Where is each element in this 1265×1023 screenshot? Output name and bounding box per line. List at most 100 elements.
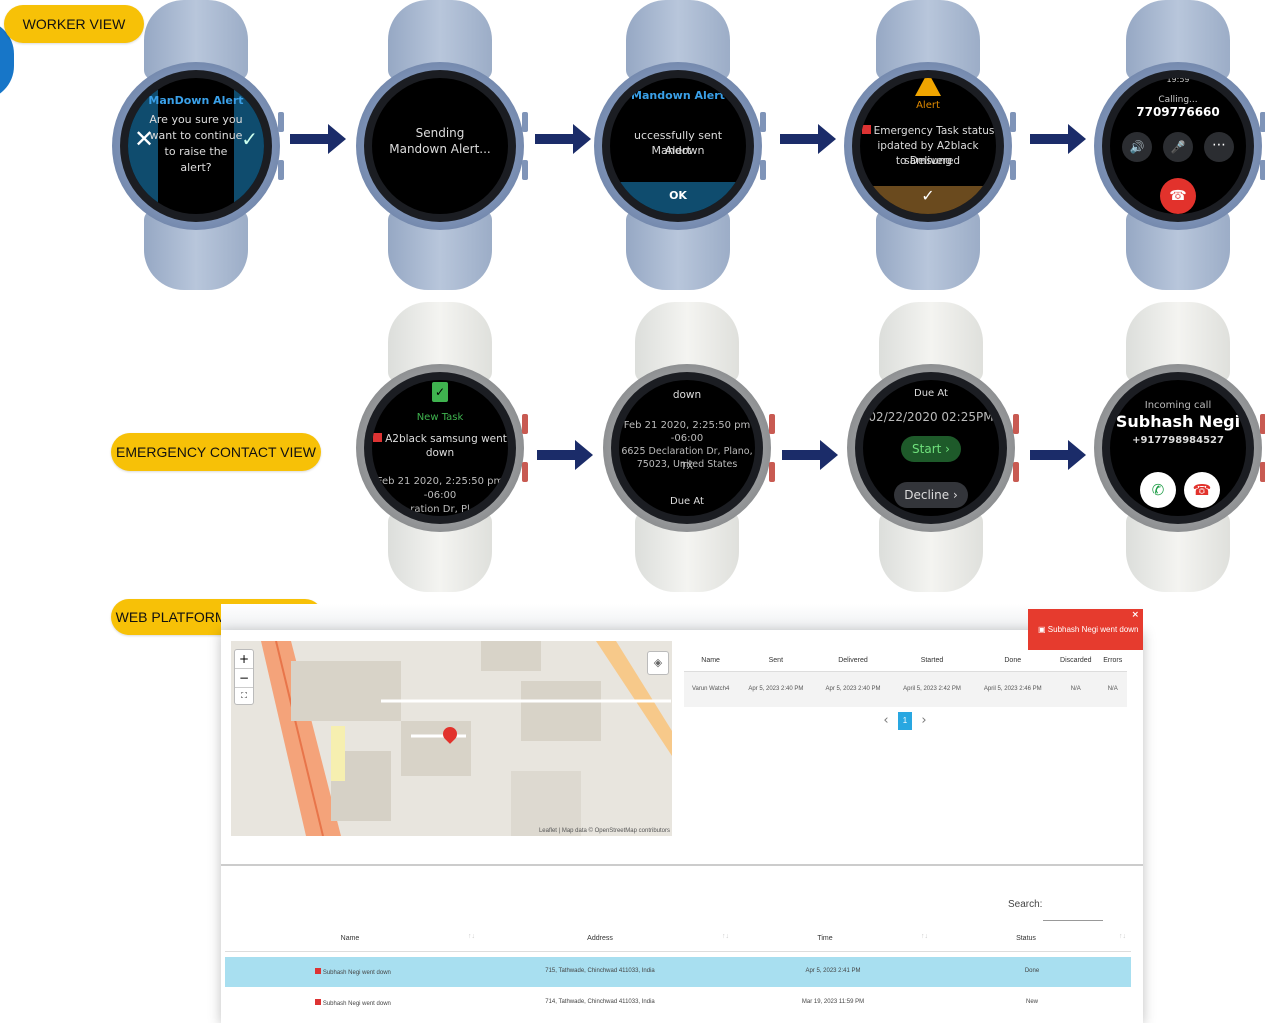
speaker-icon[interactable]: 🔊 bbox=[1122, 132, 1152, 162]
arrow-right-icon bbox=[782, 440, 838, 470]
task-time: Feb 21 2020, 2:25:50 pm bbox=[376, 476, 504, 487]
decline-call-button[interactable]: ☎ bbox=[1184, 472, 1220, 508]
arrow-right-icon bbox=[537, 440, 593, 470]
contact-watch-new-task: ✓ New Task A2black samsung went down Feb… bbox=[350, 302, 530, 592]
table-cell: Subhash Negi went down bbox=[225, 999, 481, 1007]
table-cell: April 5, 2023 2:42 PM bbox=[903, 686, 961, 693]
worker-watch-confirm: ✕ ✓ ManDown Alert Are you sure you want … bbox=[106, 0, 286, 290]
close-icon[interactable]: × bbox=[1131, 610, 1139, 620]
task-text: A2black samsung went bbox=[372, 432, 508, 447]
column-header[interactable]: Errors bbox=[1098, 650, 1127, 671]
arrow-right-icon bbox=[290, 124, 346, 154]
ok-button[interactable]: OK bbox=[610, 182, 746, 214]
task-time: -06:00 bbox=[423, 490, 457, 501]
status-text: to Delivered bbox=[895, 155, 961, 167]
table-cell: Apr 5, 2023 2:40 PM bbox=[748, 686, 804, 693]
due-datetime: 02/22/2020 02:25PM bbox=[868, 410, 994, 424]
column-header[interactable]: Address bbox=[475, 935, 725, 942]
more-icon[interactable]: ⋯ bbox=[1204, 132, 1234, 162]
panel-top-edge bbox=[221, 604, 1143, 630]
calling-number: 7709776660 bbox=[1136, 105, 1220, 119]
table-row[interactable]: Varun Watch4 Apr 5, 2023 2:40 PM Apr 5, … bbox=[684, 671, 1127, 707]
divider bbox=[221, 864, 1143, 866]
sending-text: Sending bbox=[415, 126, 465, 140]
zoom-control: + − ⛶ bbox=[234, 649, 254, 705]
incoming-call-label: Incoming call bbox=[1144, 400, 1212, 411]
table-cell: Varun Watch4 bbox=[691, 686, 730, 693]
check-icon: ✓ bbox=[921, 186, 935, 205]
worker-watch-sending: Sending Mandown Alert... bbox=[350, 0, 530, 290]
clock-time: 19:59 bbox=[1166, 78, 1190, 84]
table-row[interactable]: Subhash Negi went down 715, Tathwade, Ch… bbox=[225, 957, 1131, 987]
clipboard-check-icon: ✓ bbox=[432, 382, 448, 402]
arrow-right-icon bbox=[535, 124, 591, 154]
table-cell: N/A bbox=[1107, 686, 1118, 693]
start-button[interactable]: Start › bbox=[901, 436, 961, 462]
column-header[interactable]: Discarded bbox=[1053, 650, 1098, 671]
alert-text: want to continue bbox=[149, 129, 243, 142]
table-cell: 715, Tathwade, Chinchwad 411033, India bbox=[545, 968, 655, 974]
mute-icon[interactable]: 🎤 bbox=[1163, 132, 1193, 162]
map-attribution: Leaflet | Map data © OpenStreetMap contr… bbox=[538, 828, 670, 834]
table-cell: New bbox=[1025, 999, 1038, 1005]
zoom-in-button[interactable]: + bbox=[235, 650, 253, 669]
table-cell: Subhash Negi went down bbox=[225, 968, 481, 976]
sent-text: Alert bbox=[664, 144, 692, 157]
table-cell: April 5, 2023 2:46 PM bbox=[983, 686, 1042, 693]
sort-icon[interactable]: ↑↓ bbox=[468, 933, 475, 940]
alert-text: to raise the bbox=[164, 145, 228, 158]
layers-icon[interactable]: ◈ bbox=[647, 651, 669, 675]
task-address: 75023, United States bbox=[636, 459, 738, 470]
notification-text: ▣ Subhash Negi went down bbox=[1038, 625, 1139, 634]
task-table: Name Sent Delivered Started Done Discard… bbox=[684, 650, 1127, 707]
due-at-label: Due At bbox=[914, 388, 948, 399]
new-task-label: New Task bbox=[416, 412, 464, 423]
contact-watch-details: down Feb 21 2020, 2:25:50 pm -06:00 6625… bbox=[597, 302, 777, 592]
accept-call-button[interactable]: ✆ bbox=[1140, 472, 1176, 508]
arrow-right-icon bbox=[780, 124, 836, 154]
alert-text: alert? bbox=[180, 161, 212, 174]
worker-watch-status: Alert Emergency Task status ipdated by A… bbox=[838, 0, 1018, 290]
notification-toast[interactable]: × ▣ Subhash Negi went down bbox=[1028, 609, 1143, 650]
worker-watch-sent: Mandown Alert uccessfully sent Mandown A… bbox=[588, 0, 768, 290]
table-row[interactable]: Subhash Negi went down 714, Tathwade, Ch… bbox=[225, 988, 1131, 1018]
emergency-contact-view-label: EMERGENCY CONTACT VIEW bbox=[111, 433, 321, 471]
search-label: Search: bbox=[1008, 899, 1043, 910]
column-header[interactable]: Done bbox=[972, 650, 1053, 671]
confirm-button[interactable]: ✓ bbox=[860, 186, 996, 214]
task-text: down bbox=[672, 389, 702, 401]
caller-number: +917798984527 bbox=[1132, 435, 1224, 446]
warning-icon bbox=[915, 78, 941, 96]
alert-title: Mandown Alert bbox=[631, 89, 725, 102]
column-header[interactable]: Status bbox=[925, 935, 1127, 942]
end-call-button[interactable]: ☎ bbox=[1160, 178, 1196, 214]
task-address: ration Dr, Pl bbox=[410, 504, 470, 515]
column-header[interactable]: Sent bbox=[737, 650, 814, 671]
pagination-prev[interactable]: ‹ bbox=[880, 713, 892, 728]
column-header[interactable]: Started bbox=[892, 650, 973, 671]
decline-button[interactable]: Decline › bbox=[894, 482, 968, 508]
column-header[interactable]: Name bbox=[225, 935, 475, 942]
pagination-next[interactable]: › bbox=[918, 713, 930, 728]
pagination-page[interactable]: 1 bbox=[898, 712, 912, 730]
alert-title: ManDown Alert bbox=[148, 94, 244, 107]
due-at-label: Due At bbox=[670, 496, 704, 507]
worker-watch-calling: 19:59 Calling... 7709776660 🔊 🎤 ⋯ ☎ bbox=[1088, 0, 1265, 290]
column-header[interactable]: Time bbox=[725, 935, 925, 942]
contact-watch-incoming: Incoming call Subhash Negi +917798984527… bbox=[1088, 302, 1265, 592]
zoom-out-button[interactable]: − bbox=[235, 669, 253, 688]
table-cell: N/A bbox=[1070, 686, 1081, 693]
contact-watch-actions: Due At 02/22/2020 02:25PM Start › Declin… bbox=[841, 302, 1021, 592]
table-cell: Done bbox=[1024, 968, 1040, 974]
alert-text: Are you sure you bbox=[149, 113, 243, 126]
arrow-right-icon bbox=[1030, 124, 1086, 154]
fullscreen-icon[interactable]: ⛶ bbox=[235, 688, 253, 704]
sort-icon[interactable]: ↑↓ bbox=[1119, 933, 1126, 940]
column-header[interactable]: Delivered bbox=[814, 650, 891, 671]
alert-label: Alert bbox=[916, 100, 940, 111]
column-header[interactable]: Name bbox=[684, 650, 737, 671]
search-input[interactable] bbox=[1043, 901, 1103, 921]
arrow-right-icon bbox=[1030, 440, 1086, 470]
map-view[interactable]: + − ⛶ ◈ Leaflet | Map data © OpenStreetM… bbox=[231, 641, 672, 836]
caller-name: Subhash Negi bbox=[1115, 412, 1241, 431]
